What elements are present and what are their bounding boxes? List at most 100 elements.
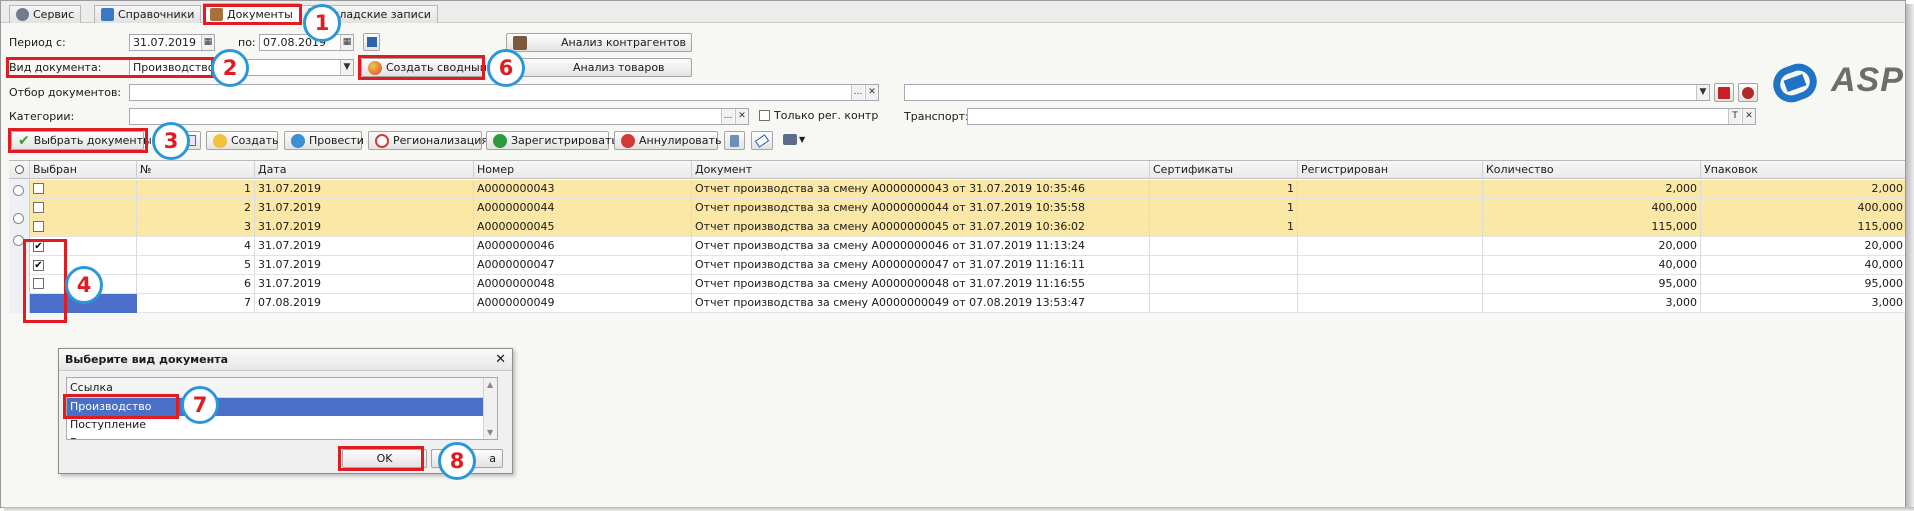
checkbox-icon[interactable] <box>33 202 44 213</box>
ellipsis-icon[interactable]: … <box>721 109 734 124</box>
cell-registered <box>1298 275 1483 294</box>
clear-icon[interactable]: ✕ <box>1742 109 1755 124</box>
cell-certs <box>1150 237 1298 256</box>
cell-number: A0000000047 <box>474 256 692 275</box>
table-header-registered[interactable]: Регистрирован <box>1298 161 1483 179</box>
cell-registered <box>1298 237 1483 256</box>
erase-button[interactable] <box>751 131 773 150</box>
post-icon <box>291 133 305 148</box>
save-filter-button[interactable] <box>1714 83 1734 102</box>
cell-qty: 2,000 <box>1483 180 1701 199</box>
cell-doc: Отчет производства за смену A0000000048 … <box>692 275 1150 294</box>
cell-date: 31.07.2019 <box>255 218 474 237</box>
cell-n: 2 <box>137 199 255 218</box>
row-select-checkbox[interactable] <box>30 180 137 199</box>
book-icon <box>101 8 114 21</box>
annotation-box-create-summary <box>358 55 485 80</box>
location-icon <box>375 133 389 148</box>
table-row[interactable]: 2 31.07.2019 A0000000044 Отчет производства… <box>9 199 1905 218</box>
period-from-field[interactable]: 31.07.2019 ▦ <box>129 34 215 51</box>
cell-date: 31.07.2019 <box>255 180 474 199</box>
table-header-num[interactable]: № <box>137 161 255 179</box>
cell-n: 3 <box>137 218 255 237</box>
clear-icon[interactable]: ✕ <box>865 85 878 100</box>
close-icon[interactable]: ✕ <box>495 349 506 371</box>
table-header-certificates[interactable]: Сертификаты <box>1150 161 1298 179</box>
table-header-document[interactable]: Документ <box>692 161 1150 179</box>
checkbox-icon[interactable] <box>33 183 44 194</box>
step-marker-2: 2 <box>211 49 249 87</box>
cell-packs: 2,000 <box>1701 180 1905 199</box>
window-shadow-right <box>1906 4 1914 511</box>
delete-button[interactable] <box>724 131 745 150</box>
period-settings-button[interactable] <box>363 33 380 51</box>
cell-registered <box>1298 180 1483 199</box>
annotation-box-ok <box>338 446 424 471</box>
regionalize-button[interactable]: Регионализация <box>368 131 488 150</box>
list-item-partial[interactable]: В <box>67 434 497 439</box>
cell-doc: Отчет производства за смену A0000000046 … <box>692 237 1150 256</box>
list-scrollbar[interactable]: ▲ ▼ <box>483 378 497 439</box>
delete-filter-button[interactable] <box>1738 83 1758 102</box>
annotation-box-select-docs <box>8 128 148 153</box>
table-header-date[interactable]: Дата <box>255 161 474 179</box>
analysis-goods-button[interactable]: Анализ товаров <box>506 58 692 77</box>
cell-doc: Отчет производства за смену A0000000043 … <box>692 180 1150 199</box>
row-select-checkbox[interactable] <box>30 218 137 237</box>
table-row[interactable]: ✔707.08.2019A0000000049Отчет производств… <box>9 294 1905 313</box>
gear-icon <box>16 8 29 21</box>
checkbox-icon[interactable] <box>33 221 44 232</box>
table-row[interactable]: 1 31.07.2019 A0000000043 Отчет производства… <box>9 180 1905 199</box>
cell-date: 31.07.2019 <box>255 275 474 294</box>
row-select-checkbox[interactable] <box>30 199 137 218</box>
cell-packs: 115,000 <box>1701 218 1905 237</box>
cell-number: A0000000049 <box>474 294 692 313</box>
preset-select[interactable]: ▼ <box>904 84 1710 101</box>
calendar-icon[interactable]: ▦ <box>201 35 214 50</box>
table-row[interactable]: 3 31.07.2019 A0000000045 Отчет производства… <box>9 218 1905 237</box>
only-reg-checkbox[interactable]: Только рег. контр <box>759 109 878 122</box>
cell-number: A0000000048 <box>474 275 692 294</box>
analysis-partners-button[interactable]: Анализ контрагентов <box>506 33 692 52</box>
asp-logo-text: ASP <box>1831 61 1904 99</box>
clear-icon[interactable]: ✕ <box>735 109 748 124</box>
table-header-number[interactable]: Номер <box>474 161 692 179</box>
row-marker-icon[interactable] <box>13 185 24 196</box>
table-header-packs[interactable]: Упаковок <box>1701 161 1905 179</box>
create-button[interactable]: Создать <box>206 131 279 150</box>
table-row[interactable]: ✔ 5 31.07.2019 A0000000047 Отчет производств… <box>9 256 1905 275</box>
table-row[interactable]: ✔ 4 31.07.2019 A0000000046 Отчет производств… <box>9 237 1905 256</box>
cancel-doc-button[interactable]: Аннулировать <box>614 131 721 150</box>
scroll-up-icon[interactable]: ▲ <box>487 380 493 389</box>
calendar-icon[interactable]: ▦ <box>340 35 353 50</box>
tab-references[interactable]: Справочники <box>94 5 202 23</box>
cell-n: 6 <box>137 275 255 294</box>
cell-packs: 95,000 <box>1701 275 1905 294</box>
table-header-selected[interactable]: Выбран <box>30 161 137 179</box>
table-header-quantity[interactable]: Количество <box>1483 161 1701 179</box>
cell-certs: 1 <box>1150 199 1298 218</box>
table-header-marker[interactable] <box>9 161 30 179</box>
period-to-field[interactable]: 07.08.2019 ▦ <box>259 34 354 51</box>
cell-doc: Отчет производства за смену A0000000047 … <box>692 256 1150 275</box>
table-row[interactable]: 6 31.07.2019 A0000000048 Отчет производства… <box>9 275 1905 294</box>
transport-field[interactable]: T ✕ <box>967 108 1756 125</box>
documents-table: Выбран № Дата Номер Документ Сертификаты… <box>9 160 1905 313</box>
register-button[interactable]: Зарегистрировать <box>486 131 618 150</box>
chevron-down-icon: ▼ <box>799 135 806 144</box>
post-button[interactable]: Провести <box>284 131 364 150</box>
scroll-down-icon[interactable]: ▼ <box>487 428 493 437</box>
categories-field[interactable]: … ✕ <box>129 108 749 125</box>
ellipsis-icon[interactable]: … <box>851 85 864 100</box>
tab-service[interactable]: Сервис <box>9 5 82 23</box>
chevron-down-icon[interactable]: ▼ <box>340 60 353 75</box>
print-button[interactable]: ▼ <box>783 134 805 145</box>
row-marker-icon[interactable] <box>13 213 24 224</box>
cell-certs <box>1150 256 1298 275</box>
checkbox-icon[interactable] <box>759 110 770 121</box>
step-marker-6: 6 <box>487 49 525 87</box>
chevron-down-icon[interactable]: ▼ <box>1696 85 1709 100</box>
cell-certs: 1 <box>1150 218 1298 237</box>
text-type-icon[interactable]: T <box>1728 109 1741 124</box>
period-from-label: Период с: <box>9 36 66 49</box>
